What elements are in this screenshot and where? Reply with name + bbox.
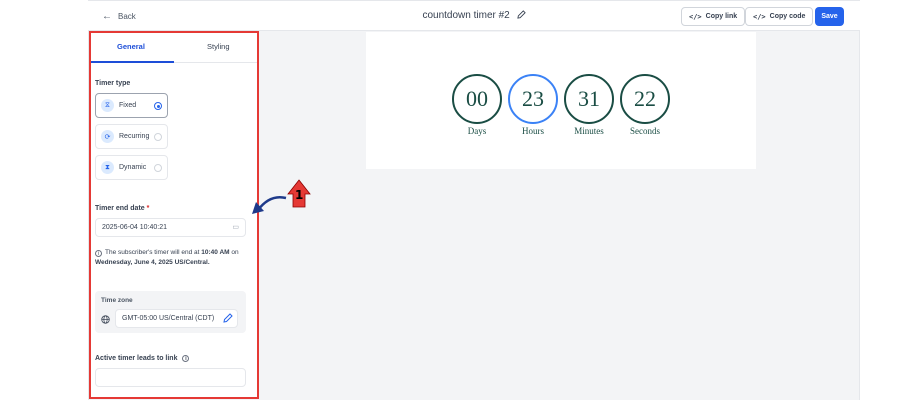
info-icon: i <box>95 250 102 257</box>
timezone-value: GMT-05:00 US/Central (CDT) <box>122 315 215 322</box>
edit-timezone-icon[interactable] <box>223 313 233 325</box>
dynamic-icon: ⧗ <box>101 161 114 174</box>
settings-sidebar: General Styling Timer type ⧖ Fixed ⟳ Rec… <box>90 32 258 398</box>
annotation-arrow: 1 <box>248 176 314 220</box>
end-date-label: Timer end date * <box>95 205 149 212</box>
active-link-label: Active timer leads to link i <box>95 355 190 362</box>
timer-type-recurring[interactable]: ⟳ Recurring <box>95 124 168 149</box>
active-link-input[interactable] <box>95 368 246 387</box>
info-date: Wednesday, June 4, 2025 US/Central. <box>95 259 210 266</box>
option-label: Fixed <box>119 102 137 109</box>
countdown-label: Hours <box>522 126 544 136</box>
timezone-section: Time zone GMT-05:00 US/Central (CDT) <box>95 291 246 333</box>
recurring-icon: ⟳ <box>101 130 114 143</box>
copy-code-button[interactable]: </> Copy code <box>745 7 814 26</box>
countdown-circle: 23 <box>508 74 558 124</box>
code-icon: </> <box>753 12 766 21</box>
active-link-label-text: Active timer leads to link <box>95 355 178 362</box>
copy-link-button[interactable]: </> Copy link <box>681 7 746 26</box>
timer-type-label: Timer type <box>95 80 131 87</box>
end-date-label-text: Timer end date <box>95 205 145 212</box>
end-info-text: i The subscriber's timer will end at 10:4… <box>95 248 253 268</box>
sidebar-tabs: General Styling <box>90 32 258 63</box>
edit-title-icon[interactable] <box>516 10 526 22</box>
hourglass-icon: ⧖ <box>101 99 114 112</box>
countdown-unit-minutes: 31 Minutes <box>564 74 614 136</box>
tab-general[interactable]: General <box>117 42 145 51</box>
save-button[interactable]: Save <box>815 7 844 26</box>
countdown-label: Minutes <box>574 126 604 136</box>
option-label: Dynamic <box>119 164 147 171</box>
code-icon: </> <box>689 12 702 21</box>
info-icon[interactable]: i <box>182 355 190 362</box>
timer-type-dynamic[interactable]: ⧗ Dynamic <box>95 155 168 180</box>
end-date-input[interactable]: 2025-06-04 10:40:21 ▭ <box>95 218 246 237</box>
countdown-unit-days: 00 Days <box>452 74 502 136</box>
countdown-unit-hours: 23 Hours <box>508 74 558 136</box>
timer-type-fixed[interactable]: ⧖ Fixed <box>95 93 168 118</box>
countdown-label: Seconds <box>630 126 660 136</box>
radio-button[interactable] <box>154 102 162 110</box>
info-text-1: The subscriber's timer will end at <box>105 249 202 256</box>
timer-name: countdown timer #2 <box>422 10 510 21</box>
countdown-circle: 31 <box>564 74 614 124</box>
countdown-label: Days <box>467 126 487 136</box>
countdown-circle: 00 <box>452 74 502 124</box>
active-tab-indicator <box>90 61 174 63</box>
annotation-number: 1 <box>295 188 304 202</box>
radio-button[interactable] <box>154 164 162 172</box>
timezone-field[interactable]: GMT-05:00 US/Central (CDT) <box>115 309 238 328</box>
timer-preview: 00 Days 23 Hours 31 Minutes 22 Seconds <box>366 32 756 169</box>
info-text-2: on <box>229 249 239 256</box>
copy-link-label: Copy link <box>705 13 738 20</box>
copy-code-label: Copy code <box>769 13 806 20</box>
info-time: 10:40 AM <box>201 249 230 256</box>
option-label: Recurring <box>119 133 150 140</box>
countdown-unit-seconds: 22 Seconds <box>620 74 670 136</box>
calendar-icon[interactable]: ▭ <box>232 223 239 231</box>
timezone-label: Time zone <box>101 297 133 304</box>
countdown-circle: 22 <box>620 74 670 124</box>
required-mark: * <box>146 205 150 212</box>
globe-icon <box>101 315 110 326</box>
top-bar: ← Back countdown timer #2 </> Copy link … <box>88 0 860 31</box>
end-date-value: 2025-06-04 10:40:21 <box>102 224 167 231</box>
radio-button[interactable] <box>154 133 162 141</box>
tab-styling[interactable]: Styling <box>207 42 230 51</box>
